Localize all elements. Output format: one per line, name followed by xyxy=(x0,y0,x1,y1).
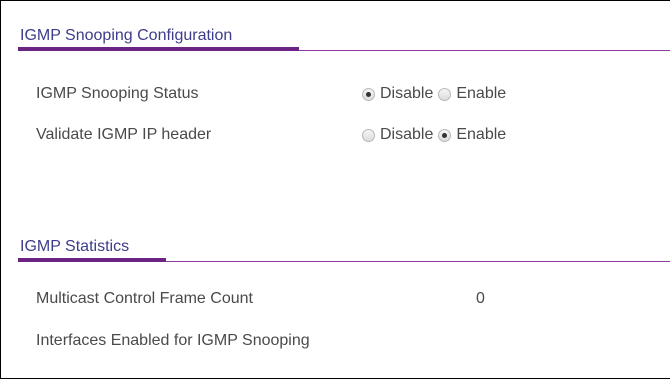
igmp-snooping-configuration-header: IGMP Snooping Configuration xyxy=(18,21,670,51)
igmp-snooping-status-enable-radio[interactable] xyxy=(438,87,452,101)
disable-option-label[interactable]: Disable xyxy=(380,85,433,103)
interfaces-enabled-label: Interfaces Enabled for IGMP Snooping xyxy=(36,332,310,349)
validate-igmp-ip-header-label: Validate IGMP IP header xyxy=(36,126,212,143)
section-title: IGMP Statistics xyxy=(20,238,130,255)
multicast-control-frame-count-value: 0 xyxy=(476,290,485,307)
validate-igmp-ip-header-radio-group: Disable Enable xyxy=(362,126,511,144)
igmp-snooping-status-label: IGMP Snooping Status xyxy=(36,85,199,102)
enable-option-label[interactable]: Enable xyxy=(456,126,506,144)
section-underline xyxy=(18,47,299,51)
igmp-panel: IGMP Snooping Configuration IGMP Snoopin… xyxy=(0,0,670,379)
validate-igmp-ip-header-enable-radio[interactable] xyxy=(438,128,452,142)
multicast-control-frame-count-label: Multicast Control Frame Count xyxy=(36,290,253,307)
disable-option-label[interactable]: Disable xyxy=(380,126,433,144)
igmp-statistics-header: IGMP Statistics xyxy=(18,232,670,262)
enable-option-label[interactable]: Enable xyxy=(456,85,506,103)
igmp-snooping-status-disable-radio[interactable] xyxy=(362,87,375,101)
section-title: IGMP Snooping Configuration xyxy=(20,27,233,44)
igmp-snooping-status-radio-group: Disable Enable xyxy=(362,85,511,103)
validate-igmp-ip-header-disable-radio[interactable] xyxy=(362,128,375,142)
section-underline xyxy=(18,258,166,262)
